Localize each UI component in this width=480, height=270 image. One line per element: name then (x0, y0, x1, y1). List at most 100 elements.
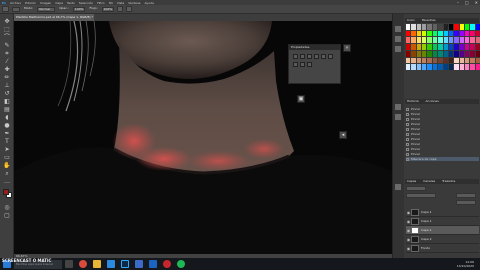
color-swatch[interactable] (406, 57, 411, 64)
swatches-panel-icon[interactable] (395, 36, 401, 42)
lasso-tool-icon[interactable]: ⌒ (3, 34, 11, 41)
layer-row[interactable]: ◉ Fondo (406, 244, 479, 253)
color-swatch[interactable] (427, 57, 432, 64)
color-swatch[interactable] (470, 24, 475, 30)
history-item[interactable]: Pincel (406, 117, 479, 121)
color-swatch[interactable] (422, 30, 427, 37)
screen-mode-icon[interactable]: ▢ (3, 212, 11, 219)
panel-collapse-icon[interactable]: » (343, 44, 351, 52)
color-swatch[interactable] (422, 44, 427, 50)
menu-item-edicion[interactable]: Edición (25, 1, 36, 5)
foreground-color-swatch[interactable] (3, 189, 9, 195)
color-swatch[interactable] (438, 57, 443, 64)
marquee-tool-icon[interactable]: ⬚ (3, 26, 11, 33)
color-swatch[interactable] (443, 50, 448, 57)
color-swatch[interactable] (470, 30, 475, 37)
color-swatch[interactable] (432, 44, 438, 50)
color-swatch[interactable] (427, 24, 432, 30)
color-swatch[interactable] (475, 24, 480, 30)
history-item[interactable]: Pincel (406, 147, 479, 151)
color-swatch[interactable] (475, 50, 480, 57)
color-swatch[interactable] (448, 37, 454, 44)
history-item[interactable]: Pincel (406, 137, 479, 141)
shape-tool-icon[interactable]: ▭ (3, 154, 11, 161)
prop-icon-3[interactable] (307, 54, 312, 59)
color-swatch[interactable] (459, 30, 464, 37)
color-swatch[interactable] (427, 64, 432, 70)
layer-row-selected[interactable]: ◉ Capa 1 (406, 226, 479, 235)
color-swatch[interactable] (448, 44, 454, 50)
color-swatch[interactable] (411, 57, 416, 64)
color-swatch[interactable] (448, 24, 454, 30)
color-swatch[interactable] (475, 57, 480, 64)
menu-item-seleccion[interactable]: Selección (79, 1, 93, 5)
color-swatch[interactable] (416, 64, 422, 70)
menu-item-texto[interactable]: Texto (67, 1, 75, 5)
history-item[interactable]: Pincel (406, 152, 479, 156)
menu-item-vista[interactable]: Vista (117, 1, 124, 5)
prop-icon-9[interactable] (307, 62, 312, 67)
layer-row[interactable]: ◉ Capa 2 (406, 235, 479, 244)
type-tool-icon[interactable]: T (3, 138, 11, 145)
mail-icon[interactable] (149, 260, 157, 268)
color-swatch[interactable] (427, 50, 432, 57)
tab-color[interactable]: Color (407, 18, 415, 22)
color-swatch[interactable] (411, 44, 416, 50)
swatches-grid[interactable] (406, 24, 480, 70)
color-swatch[interactable] (443, 37, 448, 44)
color-swatch[interactable] (427, 44, 432, 50)
move-tool-icon[interactable]: ✥ (3, 18, 11, 25)
prop-icon-2[interactable] (300, 54, 305, 59)
color-swatch[interactable] (448, 57, 454, 64)
quick-select-tool-icon[interactable]: ✎ (3, 42, 11, 49)
tab-channels[interactable]: Canales (423, 179, 435, 183)
document-tab[interactable]: Plantilla Maitharma.psd al 66,7% (Capa 1… (14, 14, 94, 21)
color-swatch[interactable] (432, 24, 438, 30)
color-swatch[interactable] (422, 50, 427, 57)
color-swatch[interactable] (464, 30, 470, 37)
menu-item-3d[interactable]: 3D (109, 1, 113, 5)
color-swatch[interactable] (406, 37, 411, 44)
mode-select[interactable]: Normal (37, 6, 56, 12)
color-swatch[interactable] (464, 24, 470, 30)
brush-tool-icon[interactable] (2, 6, 9, 12)
layer-row[interactable]: ◉ Capa 1 (406, 217, 479, 226)
color-swatch[interactable] (416, 44, 422, 50)
color-swatch[interactable] (406, 44, 411, 50)
color-swatch[interactable] (464, 64, 470, 70)
spotify-icon[interactable] (177, 260, 185, 268)
hand-tool-icon[interactable]: ✋ (3, 162, 11, 169)
color-swatch[interactable] (464, 37, 470, 44)
tab-history[interactable]: Historia (407, 99, 419, 103)
menu-item-ventana[interactable]: Ventana (128, 1, 140, 5)
prop-icon-1[interactable] (293, 54, 298, 59)
dodge-tool-icon[interactable]: ● (3, 122, 11, 129)
layer-fill-field[interactable] (456, 200, 476, 205)
crop-tool-icon[interactable]: ⌗ (3, 50, 11, 57)
healing-brush-tool-icon[interactable]: ✚ (3, 66, 11, 73)
history-item[interactable]: Pincel (406, 142, 479, 146)
file-explorer-icon[interactable] (93, 260, 101, 268)
color-swatch[interactable] (411, 64, 416, 70)
edge-icon[interactable] (107, 260, 115, 268)
color-swatch[interactable] (443, 57, 448, 64)
color-swatch[interactable] (432, 30, 438, 37)
color-swatch[interactable] (411, 50, 416, 57)
color-swatch[interactable] (464, 57, 470, 64)
color-swatch[interactable] (438, 30, 443, 37)
color-swatch[interactable] (443, 30, 448, 37)
tab-actions[interactable]: Acciones (426, 99, 439, 103)
color-swatch[interactable] (438, 24, 443, 30)
color-swatch[interactable] (432, 50, 438, 57)
color-swatch[interactable] (443, 44, 448, 50)
color-swatch[interactable] (411, 24, 416, 30)
clone-stamp-tool-icon[interactable]: ⊥ (3, 82, 11, 89)
history-item[interactable]: Pincel (406, 122, 479, 126)
layer-filter-select[interactable] (406, 186, 426, 191)
color-swatch[interactable] (470, 64, 475, 70)
actions-panel-icon[interactable] (395, 114, 401, 120)
color-swatch[interactable] (475, 37, 480, 44)
color-swatch[interactable] (475, 30, 480, 37)
color-swatch[interactable] (459, 50, 464, 57)
color-swatch[interactable] (432, 64, 438, 70)
